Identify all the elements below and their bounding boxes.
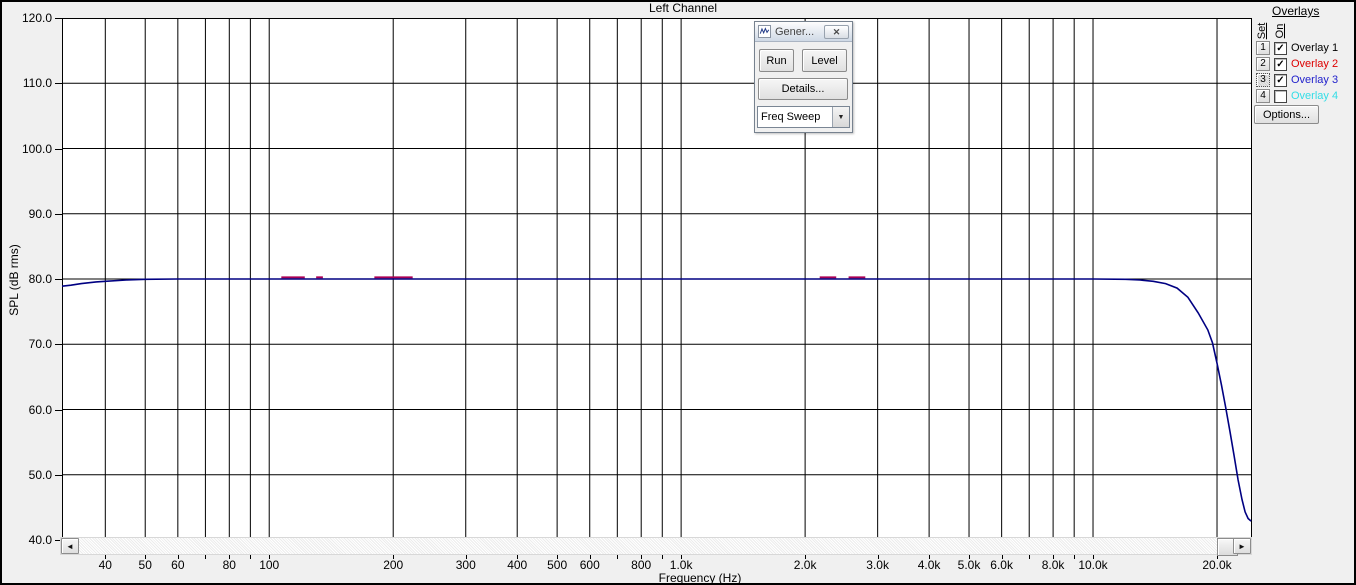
scroll-right-icon: ► <box>1238 542 1246 551</box>
x-tick-label: 100 <box>241 558 297 571</box>
x-tick-label: 600 <box>562 558 618 571</box>
x-tick-label: 2.0k <box>777 558 833 571</box>
overlay-on-checkbox-1[interactable]: ✓ <box>1274 42 1287 55</box>
x-tick-label: 1.0k <box>653 558 709 571</box>
plot-canvas <box>62 18 1252 540</box>
frequency-response-curve <box>62 279 1251 521</box>
y-tick-label: 50.0 <box>12 468 52 482</box>
overlay-on-checkbox-3[interactable]: ✓ <box>1274 74 1287 87</box>
overlay-set-button-2[interactable]: 2 <box>1256 57 1270 71</box>
signal-type-dropdown[interactable]: Freq Sweep ▼ <box>757 106 850 128</box>
x-tick-label: 3.0k <box>850 558 906 571</box>
overlays-on-header: On <box>1274 17 1286 45</box>
run-button[interactable]: Run <box>759 49 794 72</box>
y-tick-mark <box>55 149 62 150</box>
chevron-down-icon[interactable]: ▼ <box>832 107 849 127</box>
y-tick-mark <box>55 475 62 476</box>
overlay-label: Overlay 2 <box>1291 58 1338 70</box>
details-button[interactable]: Details... <box>758 78 848 100</box>
overlay-on-checkbox-4[interactable] <box>1274 90 1287 103</box>
generator-dialog: Gener... ✕ Run Level Details... Freq Swe… <box>754 21 853 133</box>
x-tick-label: 300 <box>438 558 494 571</box>
overlay-on-checkbox-2[interactable]: ✓ <box>1274 58 1287 71</box>
y-tick-mark <box>55 344 62 345</box>
y-tick-mark <box>55 18 62 19</box>
chart-title: Left Channel <box>583 1 783 17</box>
y-axis-title: SPL (dB rms) <box>7 232 21 328</box>
y-tick-mark <box>55 279 62 280</box>
scroll-right-button[interactable]: ► <box>1233 538 1251 554</box>
signal-type-value: Freq Sweep <box>758 111 832 123</box>
options-button[interactable]: Options... <box>1254 105 1319 124</box>
x-tick-label: 20.0k <box>1189 558 1245 571</box>
overlays-panel-title: Overlays <box>1272 4 1342 18</box>
generator-dialog-titlebar[interactable]: Gener... ✕ <box>755 22 852 42</box>
overlay-label: Overlay 4 <box>1291 90 1338 102</box>
x-tick-label: 6.0k <box>974 558 1030 571</box>
y-tick-mark <box>55 83 62 84</box>
y-tick-label: 60.0 <box>12 403 52 417</box>
horizontal-scrollbar[interactable]: ◄ ► <box>60 537 1252 555</box>
y-tick-label: 40.0 <box>12 533 52 547</box>
y-tick-label: 110.0 <box>12 76 52 90</box>
y-tick-mark <box>55 214 62 215</box>
y-tick-label: 90.0 <box>12 207 52 221</box>
overlay-label: Overlay 1 <box>1291 42 1338 54</box>
y-tick-mark <box>55 410 62 411</box>
scroll-left-button[interactable]: ◄ <box>61 538 79 554</box>
x-tick-label: 200 <box>365 558 421 571</box>
app-window: { "chart": { "title": "Left Channel", "x… <box>0 0 1356 585</box>
y-tick-label: 120.0 <box>12 11 52 25</box>
x-tick-label: 10.0k <box>1065 558 1121 571</box>
x-tick-label: 60 <box>150 558 206 571</box>
overlay-set-button-4[interactable]: 4 <box>1256 89 1270 103</box>
y-tick-label: 70.0 <box>12 337 52 351</box>
overlay-set-button-3[interactable]: 3 <box>1256 73 1270 87</box>
y-tick-label: 100.0 <box>12 142 52 156</box>
scroll-left-icon: ◄ <box>66 542 74 551</box>
overlay-label: Overlay 3 <box>1291 74 1338 86</box>
waveform-icon <box>758 25 771 38</box>
generator-dialog-title: Gener... <box>771 26 824 38</box>
level-button[interactable]: Level <box>802 49 847 72</box>
close-icon[interactable]: ✕ <box>824 25 849 39</box>
overlay-set-button-1[interactable]: 1 <box>1256 41 1270 55</box>
x-axis-title: Frequency (Hz) <box>600 571 800 584</box>
